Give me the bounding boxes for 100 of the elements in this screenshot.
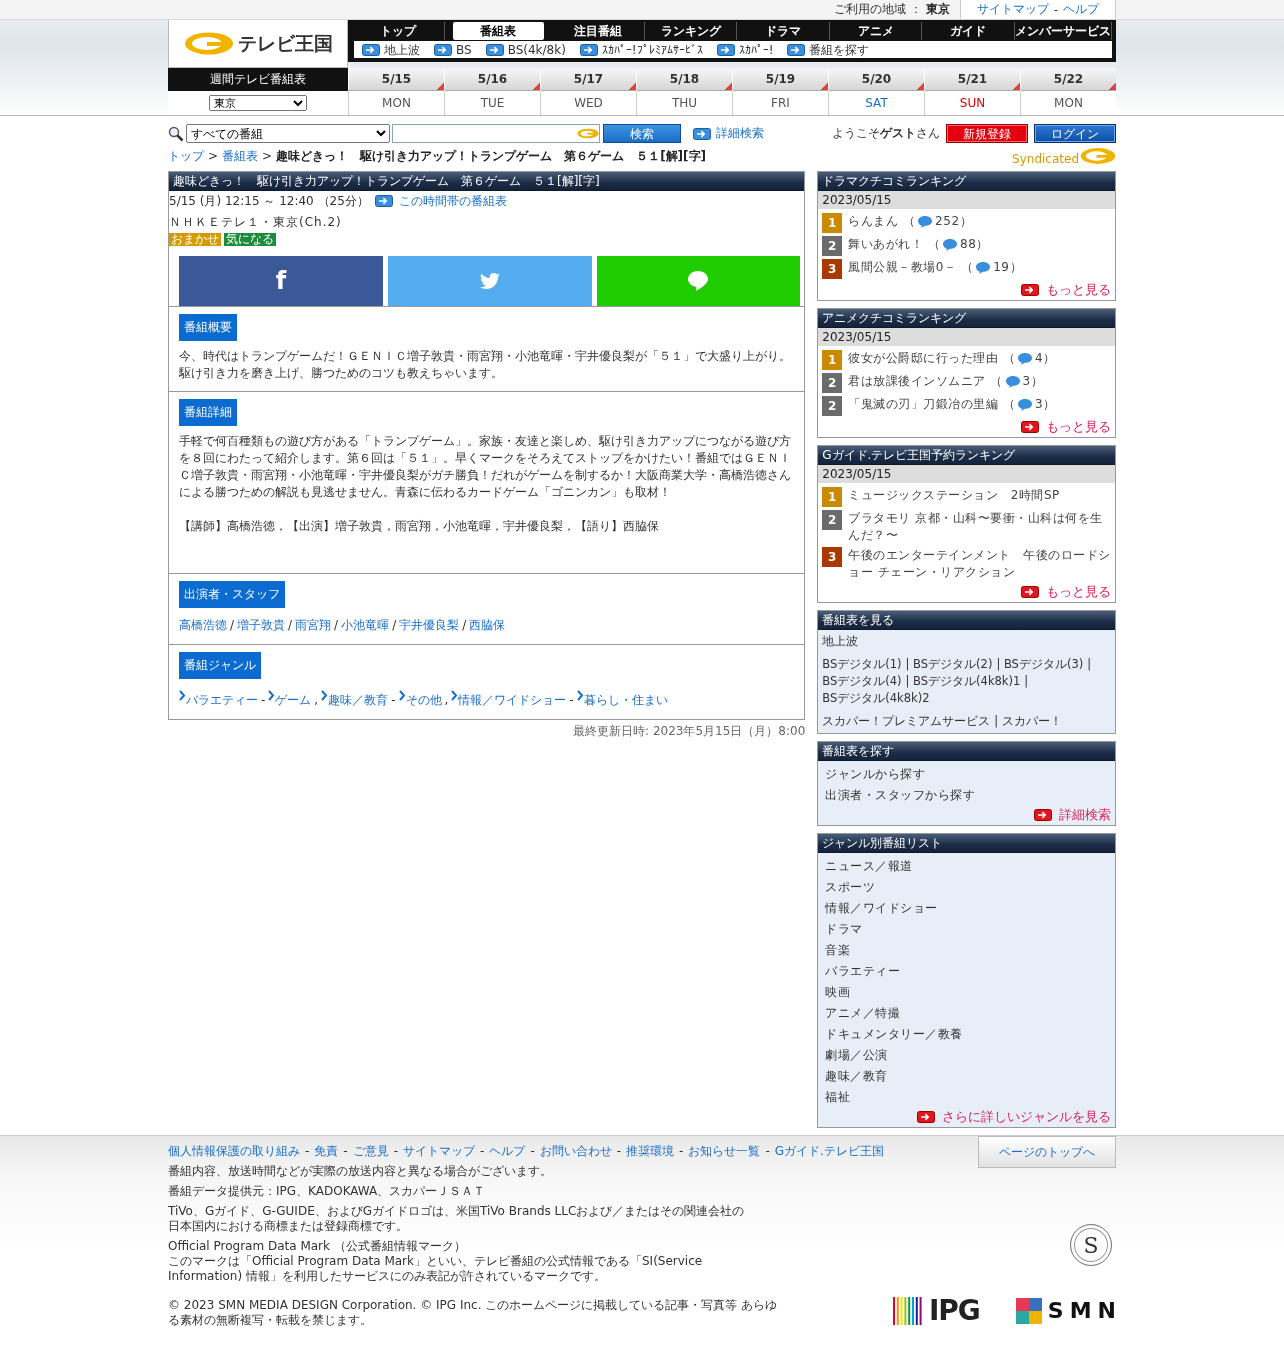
list-link[interactable]: ドラマ bbox=[825, 919, 1108, 940]
subnav-link[interactable]: BS bbox=[434, 42, 472, 57]
advanced-search-link[interactable]: 詳細検索 bbox=[693, 125, 764, 142]
schedule-link[interactable]: この時間帯の番組表 bbox=[374, 191, 507, 211]
list-link[interactable]: ジャンルから探す bbox=[825, 764, 1108, 785]
date-tab[interactable]: 5/21 bbox=[924, 68, 1020, 91]
list-link[interactable]: 音楽 bbox=[825, 940, 1108, 961]
channel-link[interactable]: スカパー！プレミアムサービス bbox=[822, 714, 991, 728]
nav-tab[interactable]: ドラマ bbox=[737, 22, 830, 40]
ranking-link[interactable]: 彼女が公爵邸に行った理由 （ bbox=[848, 350, 1016, 367]
more-link[interactable]: 詳細検索 bbox=[1034, 806, 1111, 824]
channel-link[interactable]: BSデジタル(4k8k)2 bbox=[822, 691, 930, 705]
channel-link[interactable]: 地上波 bbox=[822, 634, 859, 648]
cast-link[interactable]: 雨宮翔 bbox=[295, 618, 332, 632]
footer-link[interactable]: サイトマップ bbox=[403, 1144, 476, 1159]
genre-link[interactable]: 暮らし・住まい bbox=[576, 690, 668, 710]
date-tab[interactable]: 5/22 bbox=[1020, 68, 1116, 91]
footer-link[interactable]: Gガイド.テレビ王国 bbox=[774, 1144, 884, 1159]
genre-link[interactable]: 情報／ワイドショー bbox=[451, 690, 567, 710]
ranking-link[interactable]: らんまん （ bbox=[848, 213, 916, 230]
facebook-share-button[interactable]: f bbox=[179, 256, 383, 306]
nav-tab[interactable]: メンバーサービス bbox=[1015, 22, 1113, 40]
date-tab[interactable]: 5/20 bbox=[828, 68, 924, 91]
channel-link[interactable]: BSデジタル(4) bbox=[822, 674, 902, 688]
page-top-button[interactable]: ページのトップへ bbox=[978, 1136, 1116, 1168]
channel-link[interactable]: スカパー！ bbox=[1001, 714, 1062, 728]
cast-link[interactable]: 増子敦貴 bbox=[237, 618, 286, 632]
footer-link[interactable]: ご意見 bbox=[352, 1144, 389, 1159]
ranking-link[interactable]: ブラタモリ 京都・山科〜要衝・山科は何を生んだ？〜 bbox=[848, 510, 1111, 544]
nav-tab[interactable]: 番組表 bbox=[452, 22, 545, 40]
date-tab[interactable]: 5/15 bbox=[348, 68, 444, 91]
register-button[interactable]: 新規登録 bbox=[946, 124, 1028, 143]
more-link[interactable]: もっと見る bbox=[1021, 418, 1111, 436]
ranking-link[interactable]: 君は放課後インソムニア （ bbox=[848, 373, 1003, 390]
subnav-link[interactable]: 番組を探す bbox=[787, 42, 870, 57]
list-link[interactable]: ドキュメンタリー／教養 bbox=[825, 1024, 1108, 1045]
date-tab[interactable]: 5/18 bbox=[636, 68, 732, 91]
cast-link[interactable]: 宇井優良梨 bbox=[399, 618, 460, 632]
line-share-button[interactable] bbox=[596, 256, 801, 306]
more-link[interactable]: もっと見る bbox=[1021, 281, 1111, 299]
ranking-link[interactable]: 午後のエンターテインメント 午後のロードショー チェーン・リアクション bbox=[848, 547, 1111, 581]
genre-link[interactable]: 趣味／教育 bbox=[321, 690, 389, 710]
login-button[interactable]: ログイン bbox=[1034, 124, 1116, 143]
comment-count: 3） bbox=[1022, 373, 1044, 390]
list-link[interactable]: 出演者・スタッフから探す bbox=[825, 785, 1108, 806]
footer-link[interactable]: 免責 bbox=[314, 1144, 339, 1159]
list-link[interactable]: 映画 bbox=[825, 982, 1108, 1003]
date-tab[interactable]: 5/19 bbox=[732, 68, 828, 91]
nav-tab[interactable]: ランキング bbox=[644, 22, 738, 40]
region-dropdown[interactable]: 東京 bbox=[209, 95, 307, 111]
list-link[interactable]: 情報／ワイドショー bbox=[825, 898, 1108, 919]
nav-tab[interactable]: トップ bbox=[352, 22, 445, 40]
ranking-link[interactable]: ミュージックステーション 2時間SP bbox=[848, 487, 1060, 504]
subnav-link[interactable]: 地上波 bbox=[362, 42, 420, 57]
subnav-link[interactable]: ｽｶﾊﾟｰ!ﾌﾟﾚﾐｱﾑｻｰﾋﾞｽ bbox=[579, 42, 703, 57]
twitter-share-button[interactable] bbox=[387, 256, 592, 306]
list-link[interactable]: ニュース／報道 bbox=[825, 856, 1108, 877]
genre-link[interactable]: その他 bbox=[398, 690, 442, 710]
ranking-link[interactable]: 風間公親－教場0－ （ bbox=[848, 259, 974, 276]
search-scope-dropdown[interactable]: すべての番組 bbox=[186, 124, 390, 143]
footer-link[interactable]: ヘルプ bbox=[489, 1144, 526, 1159]
more-link[interactable]: もっと見る bbox=[1021, 583, 1111, 601]
rank-badge: 2 bbox=[822, 396, 843, 416]
cast-link[interactable]: 高橋浩徳 bbox=[179, 618, 227, 632]
subnav-link[interactable]: BS(4k/8k) bbox=[485, 42, 566, 57]
list-link[interactable]: 福祉 bbox=[825, 1087, 1108, 1108]
nav-tab[interactable]: アニメ bbox=[829, 22, 923, 40]
site-logo[interactable]: テレビ王国 bbox=[168, 20, 348, 68]
footer-link[interactable]: 個人情報保護の取り組み bbox=[168, 1144, 300, 1159]
nav-tab[interactable]: ガイド bbox=[922, 22, 1016, 40]
nav-tab[interactable]: 注目番組 bbox=[552, 22, 645, 40]
search-button[interactable]: 検索 bbox=[603, 124, 681, 143]
cast-link[interactable]: 小池竜暉 bbox=[341, 618, 390, 632]
list-link[interactable]: 趣味／教育 bbox=[825, 1066, 1108, 1087]
top-link[interactable]: サイトマップ bbox=[976, 1, 1049, 18]
channel-link[interactable]: BSデジタル(3) bbox=[1003, 657, 1084, 671]
date-tab[interactable]: 5/17 bbox=[540, 68, 636, 91]
list-link[interactable]: アニメ／特撮 bbox=[825, 1003, 1108, 1024]
list-link[interactable]: スポーツ bbox=[825, 877, 1108, 898]
channel-link[interactable]: BSデジタル(2) bbox=[913, 657, 993, 671]
tag-label[interactable]: 気になる bbox=[224, 233, 276, 246]
footer-link[interactable]: お知らせ一覧 bbox=[688, 1144, 761, 1159]
more-link[interactable]: さらに詳しいジャンルを見る bbox=[917, 1108, 1111, 1126]
search-field[interactable] bbox=[392, 124, 600, 143]
footer-link[interactable]: お問い合わせ bbox=[539, 1144, 612, 1159]
subnav-link[interactable]: ｽｶﾊﾟｰ! bbox=[716, 42, 774, 57]
channel-link[interactable]: BSデジタル(4k8k)1 bbox=[913, 674, 1021, 688]
breadcrumb-link[interactable]: トップ bbox=[168, 147, 204, 165]
list-link[interactable]: バラエティー bbox=[825, 961, 1108, 982]
breadcrumb-link[interactable]: 番組表 bbox=[222, 147, 259, 165]
date-tab[interactable]: 5/16 bbox=[444, 68, 540, 91]
channel-link[interactable]: BSデジタル(1) bbox=[822, 657, 902, 671]
list-link[interactable]: 劇場／公演 bbox=[825, 1045, 1108, 1066]
cast-link[interactable]: 西脇保 bbox=[469, 618, 506, 632]
footer-link[interactable]: 推奨環境 bbox=[626, 1144, 675, 1159]
ranking-link[interactable]: 舞いあがれ！ （ bbox=[848, 236, 941, 253]
genre-link[interactable]: ゲーム bbox=[268, 690, 312, 710]
top-link[interactable]: ヘルプ bbox=[1063, 1, 1099, 18]
ranking-link[interactable]: 「鬼滅の刃」刀鍛冶の里編 （ bbox=[848, 396, 1016, 413]
genre-link[interactable]: バラエティー bbox=[179, 690, 258, 710]
